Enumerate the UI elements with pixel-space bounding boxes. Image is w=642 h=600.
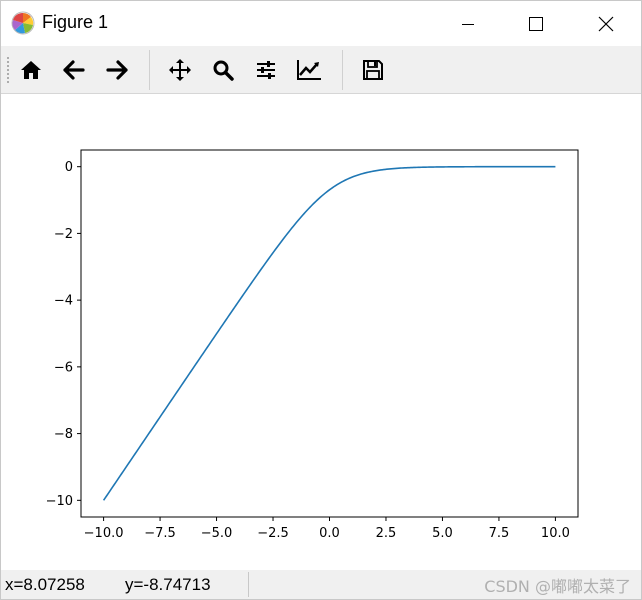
maximize-button[interactable] [513, 1, 559, 46]
x-tick-label: 0.0 [319, 526, 340, 541]
x-tick-label: 2.5 [376, 526, 397, 541]
x-tick-label: −2.5 [257, 526, 289, 541]
close-button[interactable] [583, 1, 629, 46]
status-separator [248, 572, 249, 597]
forward-button[interactable] [101, 54, 133, 86]
x-tick-label: 7.5 [489, 526, 510, 541]
watermark: CSDN @嘟嘟太菜了 [484, 577, 631, 596]
close-icon [598, 16, 614, 31]
series-line [102, 165, 556, 501]
minimize-icon [462, 23, 474, 25]
arrow-left-icon [63, 60, 85, 80]
magnifier-icon [213, 60, 234, 81]
y-tick-label: −6 [54, 360, 73, 375]
floppy-disk-icon [363, 60, 383, 80]
status-bar: x=8.07258 y=-8.74713 CSDN @嘟嘟太菜了 [1, 570, 641, 599]
y-tick-label: −4 [54, 294, 73, 309]
window-title: Figure 1 [42, 12, 109, 32]
save-button[interactable] [357, 54, 389, 86]
pan-button[interactable] [164, 54, 196, 86]
configure-subplots-button[interactable] [250, 54, 282, 86]
move-icon [169, 59, 191, 81]
arrow-right-icon [106, 60, 128, 80]
toolbar-separator [149, 50, 150, 90]
maximize-icon [529, 16, 543, 31]
cursor-x-readout: x=8.07258 [5, 575, 85, 594]
figure-window: Figure 1 0 −2 −4 −6 −8 −10 −10.0 −7.5 −5… [0, 0, 642, 600]
axes-frame [80, 149, 579, 518]
toolbar-separator [342, 50, 343, 90]
zoom-button[interactable] [207, 54, 239, 86]
x-tick-label: −7.5 [144, 526, 176, 541]
navigation-toolbar [1, 46, 641, 94]
y-tick-label: 0 [65, 160, 73, 175]
title-bar: Figure 1 [1, 1, 641, 46]
edit-axis-button[interactable] [293, 54, 325, 86]
toolbar-grip[interactable] [6, 56, 10, 84]
line-chart-icon [297, 60, 321, 80]
y-tick-label: −2 [54, 227, 73, 242]
line-chart: 0 −2 −4 −6 −8 −10 −10.0 −7.5 −5.0 −2.5 0.0 2.5 5.0 7… [46, 149, 579, 541]
sliders-icon [257, 61, 275, 79]
y-tick-label: −10 [46, 494, 73, 509]
x-tick-label: −10.0 [84, 526, 124, 541]
home-button[interactable] [15, 54, 47, 86]
minimize-button[interactable] [445, 1, 491, 46]
back-button[interactable] [58, 54, 90, 86]
x-tick-label: −5.0 [201, 526, 233, 541]
y-tick-label: −8 [54, 427, 73, 442]
matplotlib-logo-icon [11, 11, 35, 35]
x-tick-label: 10.0 [541, 526, 570, 541]
plot-canvas[interactable]: 0 −2 −4 −6 −8 −10 −10.0 −7.5 −5.0 −2.5 0.0 2.5 5.0 7… [1, 94, 641, 570]
x-tick-label: 5.0 [432, 526, 453, 541]
home-icon [21, 61, 41, 79]
cursor-y-readout: y=-8.74713 [125, 575, 211, 594]
